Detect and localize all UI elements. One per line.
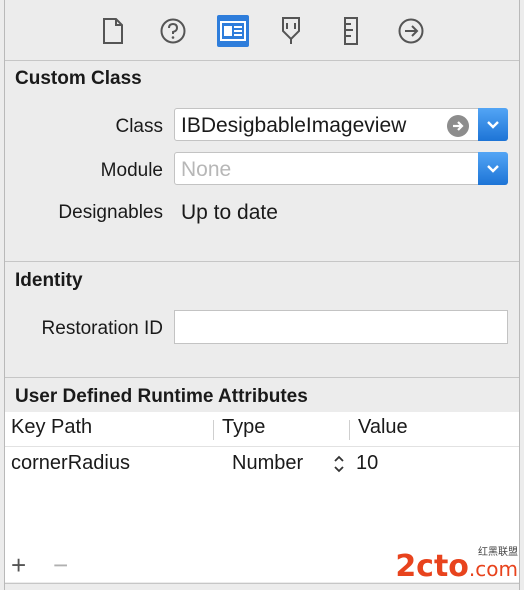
module-placeholder[interactable]: None xyxy=(181,158,231,182)
header-divider xyxy=(5,446,519,447)
document-icon[interactable] xyxy=(97,15,129,47)
chevron-down-icon[interactable] xyxy=(478,108,508,141)
question-icon[interactable] xyxy=(157,15,189,47)
watermark-domain: .com xyxy=(468,557,518,581)
restoration-id-field[interactable] xyxy=(174,310,508,344)
go-to-class-icon[interactable] xyxy=(447,115,469,137)
chevron-down-icon[interactable] xyxy=(478,152,508,185)
module-combobox[interactable]: None xyxy=(174,152,508,185)
identity-card-icon[interactable] xyxy=(217,15,249,47)
column-divider xyxy=(213,420,214,440)
custom-class-title: Custom Class xyxy=(15,68,142,89)
inspector-panel: Custom Class Class IBDesigbableImageview… xyxy=(4,0,520,590)
watermark-chinese: 红黑联盟 xyxy=(478,547,518,558)
add-attribute-button[interactable]: + xyxy=(11,550,26,581)
class-combobox[interactable]: IBDesigbableImageview xyxy=(174,108,508,141)
divider xyxy=(5,60,519,61)
restoration-id-label: Restoration ID xyxy=(41,318,163,339)
type-cell[interactable]: Number xyxy=(232,452,303,475)
watermark: 2cto.com 红黑联盟 xyxy=(395,547,518,584)
designables-label: Designables xyxy=(58,202,163,223)
runtime-attributes-title: User Defined Runtime Attributes xyxy=(15,386,308,407)
column-header-key-path[interactable]: Key Path xyxy=(11,416,92,439)
stepper-icon[interactable] xyxy=(333,454,345,479)
column-divider xyxy=(349,420,350,440)
module-label: Module xyxy=(100,160,163,181)
column-header-type[interactable]: Type xyxy=(222,416,265,439)
divider xyxy=(5,261,519,262)
column-header-value[interactable]: Value xyxy=(358,416,408,439)
ruler-icon[interactable] xyxy=(335,15,367,47)
remove-attribute-button[interactable]: − xyxy=(53,550,68,581)
arrow-circle-icon[interactable] xyxy=(395,15,427,47)
watermark-text: 2cto xyxy=(395,549,469,584)
identity-title: Identity xyxy=(15,270,83,291)
class-label: Class xyxy=(115,116,163,137)
value-cell[interactable]: 10 xyxy=(356,452,378,475)
designables-status: Up to date xyxy=(181,201,278,224)
class-value[interactable]: IBDesigbableImageview xyxy=(181,114,406,138)
divider xyxy=(5,377,519,378)
attributes-icon[interactable] xyxy=(275,15,307,47)
key-path-cell[interactable]: cornerRadius xyxy=(11,452,130,475)
inspector-toolbar xyxy=(5,0,519,60)
